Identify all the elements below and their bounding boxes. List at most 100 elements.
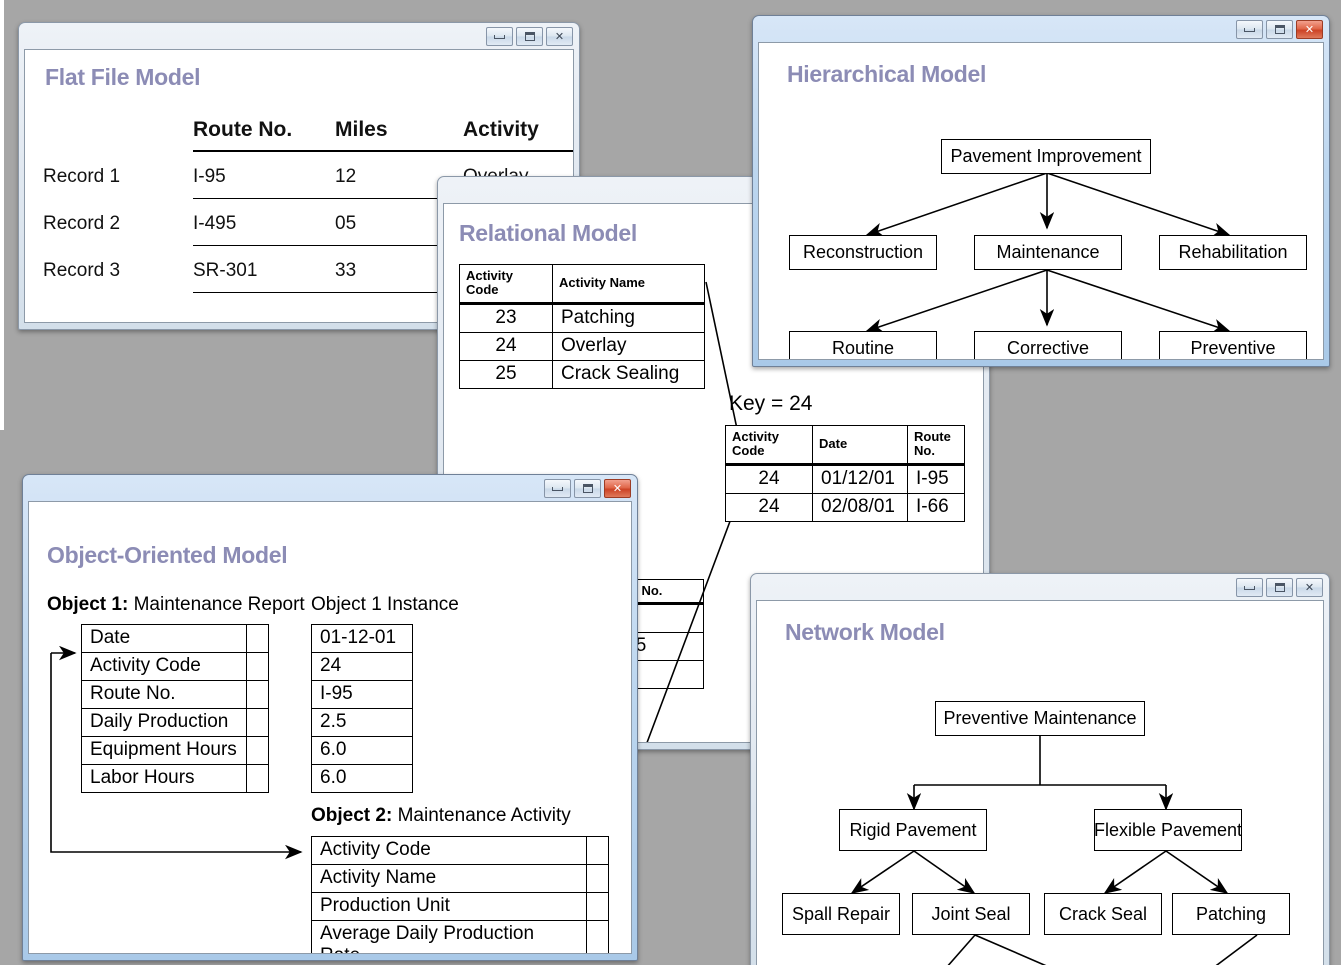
column-header-route-no: Route No. bbox=[193, 118, 335, 151]
minimize-button[interactable] bbox=[1236, 578, 1263, 597]
cell-activity-name: Overlay bbox=[553, 332, 705, 360]
table-row: 2.5 bbox=[312, 709, 413, 737]
node-rigid-pavement[interactable]: Rigid Pavement bbox=[839, 809, 987, 851]
maximize-button[interactable] bbox=[516, 27, 543, 46]
object1-label: Object 1: Maintenance Report bbox=[47, 594, 305, 616]
object2-label-bold: Object 2: bbox=[311, 805, 392, 826]
relational-activity-table: Activity Code Activity Name 23 Patching … bbox=[459, 264, 705, 389]
node-joint-seal[interactable]: Joint Seal bbox=[912, 893, 1030, 935]
node-label: Routine bbox=[832, 338, 894, 359]
titlebar-object-oriented-model[interactable]: ✕ bbox=[23, 475, 637, 501]
maximize-button[interactable] bbox=[1266, 20, 1293, 39]
column-header-activity: Activity bbox=[463, 118, 574, 151]
node-crack-seal[interactable]: Crack Seal bbox=[1044, 893, 1162, 935]
client-area-object-oriented: Object-Oriented Model Object 1: Maintena… bbox=[28, 501, 632, 954]
minimize-button[interactable] bbox=[486, 27, 513, 46]
table-row: Activity Name bbox=[312, 865, 609, 893]
node-label: Spall Repair bbox=[792, 904, 890, 925]
window-network-model[interactable]: ✕ Network Model bbox=[750, 573, 1330, 965]
field-name: Activity Code bbox=[312, 837, 587, 865]
table-header-row: Activity Code Activity Name bbox=[460, 265, 705, 304]
node-label: Maintenance bbox=[996, 242, 1099, 263]
field-name: Activity Name bbox=[312, 865, 587, 893]
field-value-slot bbox=[586, 865, 608, 893]
window-object-oriented-model[interactable]: ✕ Object-Oriented Model Object 1: Mainte… bbox=[22, 474, 638, 961]
window-controls-object-oriented: ✕ bbox=[544, 479, 631, 498]
window-controls-flat-file: ✕ bbox=[486, 27, 573, 46]
cell-activity-code: 25 bbox=[460, 360, 553, 388]
node-preventive-maintenance[interactable]: Preventive Maintenance bbox=[935, 701, 1145, 736]
field-name: Equipment Hours bbox=[82, 737, 247, 765]
node-label: Preventive Maintenance bbox=[943, 708, 1136, 729]
hierarchical-connector-arrows bbox=[759, 43, 1324, 360]
node-spall-repair[interactable]: Spall Repair bbox=[782, 893, 900, 935]
instance-value: 24 bbox=[312, 653, 413, 681]
close-button[interactable]: ✕ bbox=[546, 27, 573, 46]
field-name: Labor Hours bbox=[82, 765, 247, 793]
desktop-background: ✕ Flat File Model Route No. Miles Activi… bbox=[0, 0, 1341, 965]
field-name: Route No. bbox=[82, 681, 247, 709]
column-header-activity-code: Activity Code bbox=[726, 426, 813, 465]
column-header-activity-name: Activity Name bbox=[553, 265, 705, 304]
minimize-button[interactable] bbox=[1236, 20, 1263, 39]
cell-route-no: I-95 bbox=[908, 464, 965, 493]
table-row: 6.0 bbox=[312, 765, 413, 793]
close-button[interactable]: ✕ bbox=[1296, 578, 1323, 597]
table-row: 24 bbox=[312, 653, 413, 681]
node-flexible-pavement[interactable]: Flexible Pavement bbox=[1094, 809, 1242, 851]
field-value-slot bbox=[246, 681, 268, 709]
titlebar-flat-file-model[interactable]: ✕ bbox=[19, 23, 579, 49]
titlebar-hierarchical-model[interactable]: ✕ bbox=[753, 16, 1329, 42]
window-hierarchical-model[interactable]: ✕ Hierarchical Model bbox=[752, 15, 1330, 367]
node-pavement-improvement[interactable]: Pavement Improvement bbox=[941, 139, 1151, 174]
cell-activity-name: Patching bbox=[553, 303, 705, 332]
cell-route: I-95 bbox=[193, 151, 335, 199]
table-row: Activity Code bbox=[312, 837, 609, 865]
cell-activity-code: 24 bbox=[726, 493, 813, 521]
node-preventive[interactable]: Preventive bbox=[1159, 331, 1307, 360]
minimize-button[interactable] bbox=[544, 479, 571, 498]
maximize-button[interactable] bbox=[574, 479, 601, 498]
object1-instance-label: Object 1 Instance bbox=[311, 594, 459, 616]
titlebar-network-model[interactable]: ✕ bbox=[751, 574, 1329, 600]
client-area-hierarchical: Hierarchical Model Pavement Improvement bbox=[758, 42, 1324, 360]
instance-value: 2.5 bbox=[312, 709, 413, 737]
cell-date: 01/12/01 bbox=[813, 464, 908, 493]
node-rehabilitation[interactable]: Rehabilitation bbox=[1159, 235, 1307, 270]
object1-field-table: Date Activity Code Route No. Daily Produ… bbox=[81, 624, 269, 793]
table-row: Labor Hours bbox=[82, 765, 269, 793]
field-value-slot bbox=[586, 921, 608, 955]
cell-route-no: I-66 bbox=[908, 493, 965, 521]
close-button[interactable]: ✕ bbox=[1296, 20, 1323, 39]
node-routine[interactable]: Routine bbox=[789, 331, 937, 360]
table-row: Daily Production bbox=[82, 709, 269, 737]
node-maintenance[interactable]: Maintenance bbox=[974, 235, 1122, 270]
close-button[interactable]: ✕ bbox=[604, 479, 631, 498]
key-label: Key = 24 bbox=[729, 392, 812, 416]
field-value-slot bbox=[246, 765, 268, 793]
node-label: Reconstruction bbox=[803, 242, 923, 263]
object2-label: Object 2: Maintenance Activity bbox=[311, 805, 571, 827]
node-patching[interactable]: Patching bbox=[1172, 893, 1290, 935]
table-header-row: Route No. Miles Activity bbox=[43, 118, 574, 151]
cell-route: I-495 bbox=[193, 199, 335, 246]
object2-label-rest: Maintenance Activity bbox=[398, 805, 571, 826]
field-name: Date bbox=[82, 625, 247, 653]
field-value-slot bbox=[246, 653, 268, 681]
node-label: Joint Seal bbox=[931, 904, 1010, 925]
instance-value: 01-12-01 bbox=[312, 625, 413, 653]
field-name: Daily Production bbox=[82, 709, 247, 737]
cell-date: 02/08/01 bbox=[813, 493, 908, 521]
cell-activity-code: 24 bbox=[726, 464, 813, 493]
node-corrective[interactable]: Corrective bbox=[974, 331, 1122, 360]
window-controls-network: ✕ bbox=[1236, 578, 1323, 597]
page-title-flat-file: Flat File Model bbox=[45, 64, 200, 91]
table-row: 23 Patching bbox=[460, 303, 705, 332]
object1-label-bold: Object 1: bbox=[47, 594, 128, 615]
maximize-button[interactable] bbox=[1266, 578, 1293, 597]
table-row: 24 01/12/01 I-95 bbox=[726, 464, 965, 493]
node-reconstruction[interactable]: Reconstruction bbox=[789, 235, 937, 270]
instance-value: 6.0 bbox=[312, 737, 413, 765]
field-name: Production Unit bbox=[312, 893, 587, 921]
object2-field-table: Activity Code Activity Name Production U… bbox=[311, 836, 609, 954]
